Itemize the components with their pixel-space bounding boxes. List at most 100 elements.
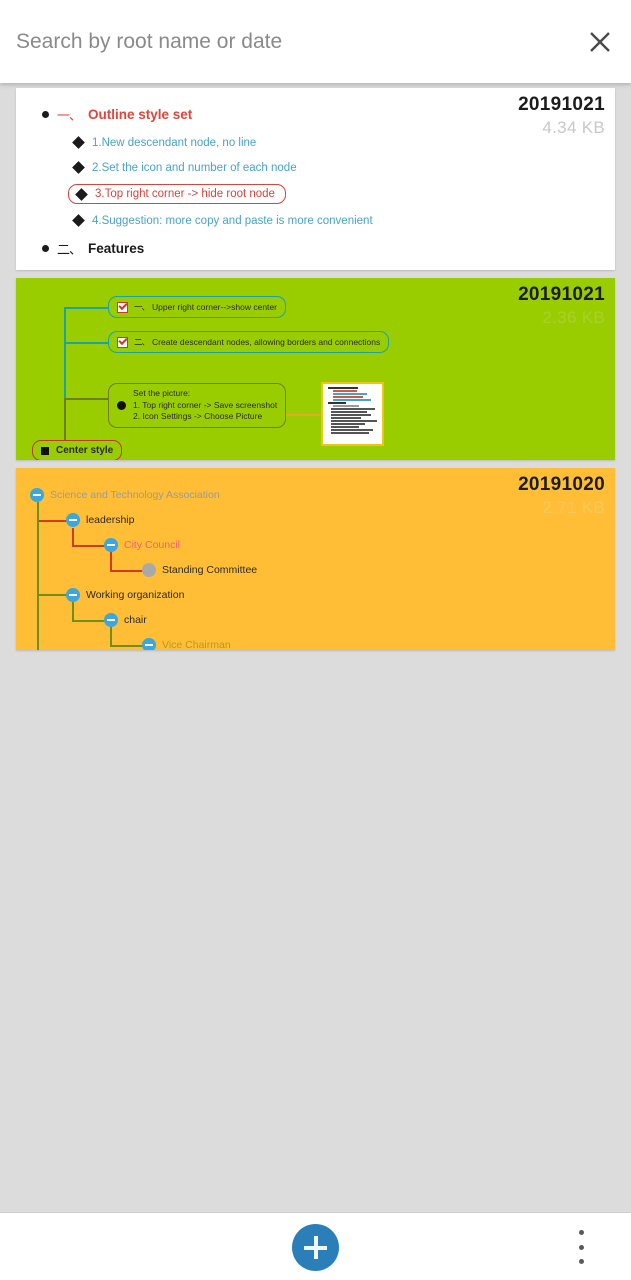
thumb-line xyxy=(331,429,373,431)
connector-line xyxy=(110,570,146,572)
node-text-line1: Set the picture: xyxy=(133,388,191,398)
thumb-line xyxy=(331,426,359,428)
outline-item-label: 4.Suggestion: more copy and paste is mor… xyxy=(92,214,373,227)
card-meta: 20191021 2.36 KB xyxy=(518,283,605,329)
orgtree-node[interactable]: leadership xyxy=(66,513,134,527)
filled-square-icon xyxy=(41,446,49,455)
orgtree-node-label: Working organization xyxy=(86,589,185,601)
mindmap-node[interactable]: Set the picture: 1. Top right corner -> … xyxy=(108,383,287,428)
card-size: 2.71 KB xyxy=(542,498,605,517)
outline-row: 4.Suggestion: more copy and paste is mor… xyxy=(16,208,615,233)
search-bar xyxy=(0,0,631,83)
thumb-line xyxy=(333,405,359,407)
card-size: 4.34 KB xyxy=(542,118,605,137)
collapse-minus-icon[interactable] xyxy=(104,538,118,552)
thumb-line xyxy=(328,402,346,404)
mindmap-node-label: Set the picture: 1. Top right corner -> … xyxy=(133,388,277,423)
orgtree-node-label: Standing Committee xyxy=(162,564,258,576)
card-size: 2.36 KB xyxy=(542,308,605,327)
card-date: 20191021 xyxy=(518,284,605,305)
search-screen: 20191021 4.34 KB 一、 Outline style set 1.… xyxy=(0,0,631,1280)
add-mindmap-button[interactable] xyxy=(292,1224,339,1271)
thumb-line xyxy=(331,432,369,434)
outline-numeral: 一、 xyxy=(57,108,82,123)
more-vertical-icon-dot xyxy=(578,1244,584,1250)
node-text: Upper right corner-->show center xyxy=(152,302,277,312)
orgtree-node[interactable]: Standing Committee xyxy=(142,563,257,577)
bullet-diamond-icon xyxy=(75,187,88,201)
card-date: 20191020 xyxy=(518,474,605,495)
orgtree-node-label: chair xyxy=(124,614,147,626)
grey-dot-icon xyxy=(142,563,156,577)
bottom-bar xyxy=(0,1212,631,1280)
outline-item-label: 1.New descendant node, no line xyxy=(92,136,257,149)
checkbox-checked-icon xyxy=(117,336,128,348)
card-meta: 20191020 2.71 KB xyxy=(518,473,605,519)
mindmap-node[interactable]: Center style xyxy=(32,440,123,460)
close-search-button[interactable] xyxy=(569,0,631,83)
thumb-line xyxy=(333,390,357,392)
thumb-line xyxy=(333,399,371,401)
orgtree-node[interactable]: Vice Chairman xyxy=(142,638,231,650)
thumb-line xyxy=(333,396,363,398)
outline-item-label: 2.Set the icon and number of each node xyxy=(92,161,297,174)
orgtree-node[interactable]: City Council xyxy=(104,538,180,552)
thumb-line xyxy=(331,414,371,416)
more-options-button[interactable] xyxy=(569,1230,593,1264)
mindmap-screenshot-thumbnail[interactable] xyxy=(321,382,384,446)
connector-line xyxy=(64,307,108,309)
orgtree-node-label: Science and Technology Association xyxy=(50,489,220,501)
thumb-line xyxy=(333,393,367,395)
mindmap-node-label: 一、 Upper right corner-->show center xyxy=(134,301,277,313)
connector-line xyxy=(110,626,112,646)
outline-title: Outline style set xyxy=(88,107,193,122)
bullet-diamond-icon xyxy=(72,136,85,149)
mindmap-node-label: 二、 Create descendant nodes, allowing bord… xyxy=(134,336,380,348)
card-meta: 20191021 4.34 KB xyxy=(518,93,605,139)
connector-line xyxy=(110,552,112,571)
mindmap-card[interactable]: 20191021 4.34 KB 一、 Outline style set 1.… xyxy=(16,88,615,270)
mindmap-card[interactable]: 20191020 2.71 KB Science and Technology … xyxy=(16,468,615,650)
connector-line xyxy=(64,342,108,344)
connector-line xyxy=(64,398,108,400)
node-text-line3: 2. Icon Settings -> Choose Picture xyxy=(133,411,263,421)
mindmap-card-list: 20191021 4.34 KB 一、 Outline style set 1.… xyxy=(0,88,631,658)
thumb-line xyxy=(331,411,367,413)
collapse-minus-icon[interactable] xyxy=(66,588,80,602)
collapse-minus-icon[interactable] xyxy=(66,513,80,527)
orgtree-node[interactable]: chair xyxy=(104,613,147,627)
mindmap-node[interactable]: 一、 Upper right corner-->show center xyxy=(108,296,286,318)
collapse-minus-icon[interactable] xyxy=(142,638,156,650)
collapse-minus-icon[interactable] xyxy=(104,613,118,627)
orgtree-node[interactable]: Science and Technology Association xyxy=(30,488,220,502)
orgtree-node-label: Vice Chairman xyxy=(162,639,231,650)
thumb-line xyxy=(331,423,365,425)
outline-row: 2.Set the icon and number of each node xyxy=(16,155,615,180)
outline-title: Features xyxy=(88,241,145,256)
orgtree-node[interactable]: Working organization xyxy=(66,588,184,602)
mindmap-node-label: Center style xyxy=(56,445,114,456)
outline-row-highlighted: 3.Top right corner -> hide root node xyxy=(16,180,615,208)
filled-circle-icon xyxy=(117,400,126,410)
collapse-minus-icon[interactable] xyxy=(30,488,44,502)
card-date: 20191021 xyxy=(518,94,605,115)
more-vertical-icon-dot xyxy=(578,1259,584,1264)
node-text: Create descendant nodes, allowing border… xyxy=(152,337,381,347)
orgtree-node-label: City Council xyxy=(124,539,181,551)
mindmap-card[interactable]: 20191021 2.36 KB 一、 Upper right corner-->… xyxy=(16,278,615,460)
outline-item-label: 3.Top right corner -> hide root node xyxy=(95,188,275,200)
search-input[interactable] xyxy=(0,29,569,54)
outline-row: 二、 Features xyxy=(16,236,615,261)
connector-line xyxy=(37,502,39,650)
thumb-line xyxy=(331,417,361,419)
bullet-dot-icon xyxy=(42,111,49,118)
bullet-dot-icon xyxy=(42,245,49,252)
node-numeral: 一、 xyxy=(134,302,150,312)
connector-line xyxy=(72,528,74,546)
thumb-line xyxy=(331,408,375,410)
mindmap-node[interactable]: 二、 Create descendant nodes, allowing bord… xyxy=(108,331,390,353)
orgtree-node-label: leadership xyxy=(86,514,135,526)
thumb-line xyxy=(328,387,358,389)
connector-line xyxy=(72,601,74,621)
node-text-line2: 1. Top right corner -> Save screenshot xyxy=(133,399,278,410)
